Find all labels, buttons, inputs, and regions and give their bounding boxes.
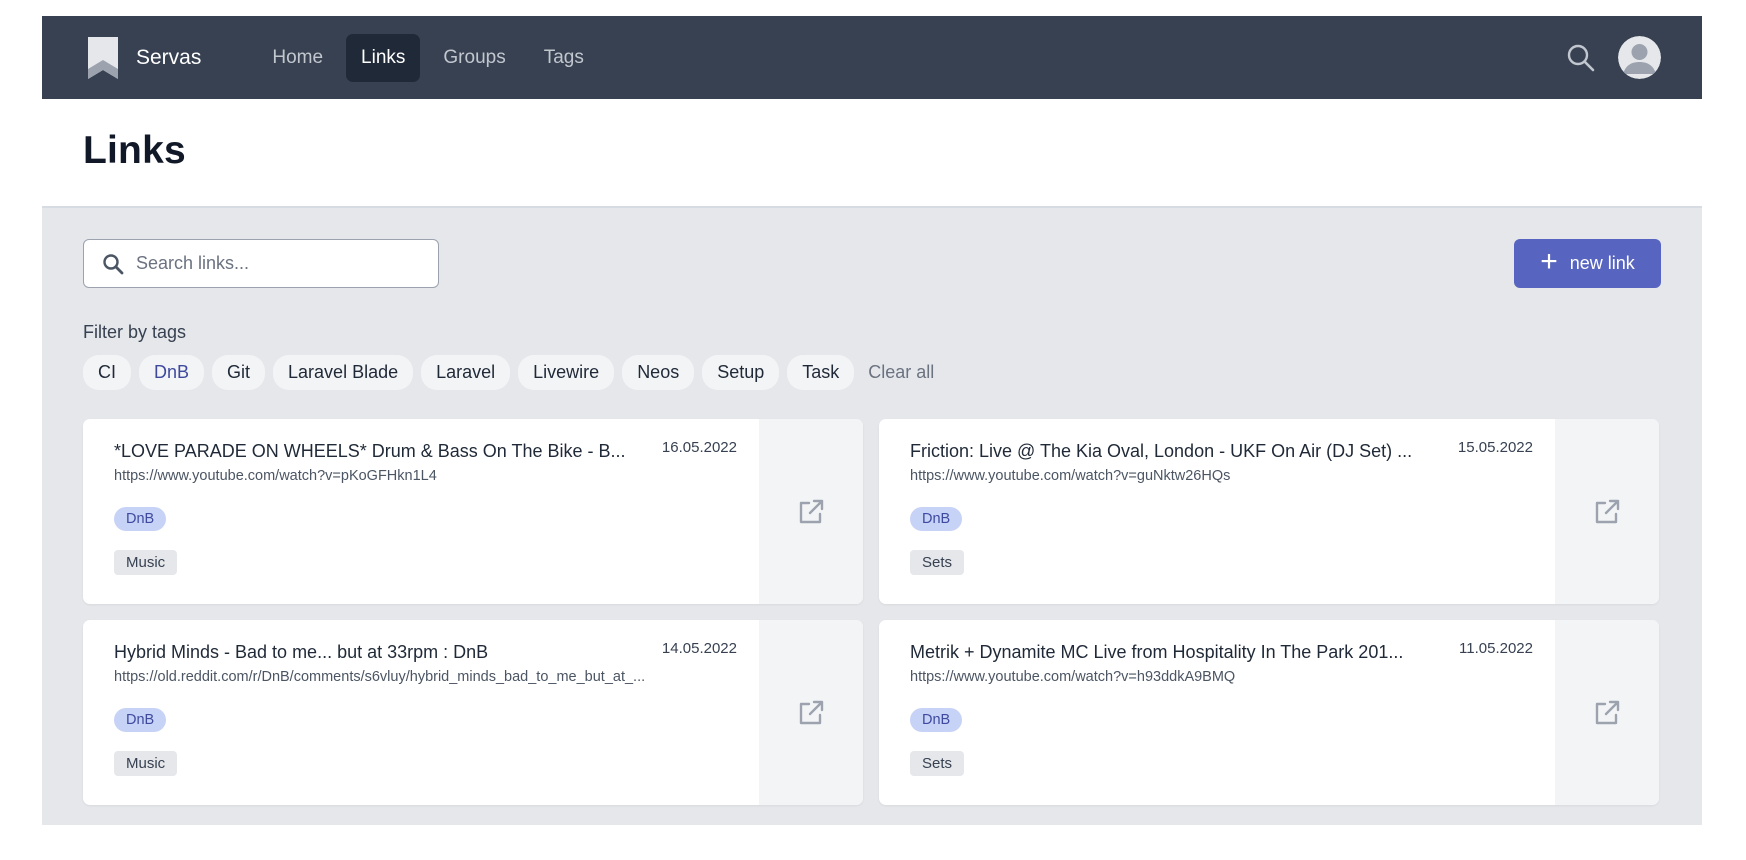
- link-date: 15.05.2022: [1457, 439, 1533, 456]
- nav-link-groups[interactable]: Groups: [428, 34, 520, 82]
- user-avatar-icon[interactable]: [1618, 36, 1661, 79]
- open-link-button[interactable]: [1555, 419, 1659, 604]
- tag-filter-laravel[interactable]: Laravel: [421, 355, 511, 390]
- tag-filter-row: CI DnB Git Laravel Blade Laravel Livewir…: [83, 355, 1661, 390]
- tag-filter-setup[interactable]: Setup: [702, 355, 780, 390]
- link-card[interactable]: Friction: Live @ The Kia Oval, London - …: [879, 419, 1659, 604]
- brand-name: Servas: [136, 45, 202, 69]
- app-window: Servas Home Links Groups Tags Links Sear…: [42, 16, 1702, 825]
- tag-filter-ci[interactable]: CI: [83, 355, 131, 390]
- link-tag-badge: DnB: [910, 708, 963, 732]
- link-cards: *LOVE PARADE ON WHEELS* Drum & Bass On T…: [83, 419, 1661, 805]
- search-icon[interactable]: [1566, 43, 1596, 73]
- link-card[interactable]: Hybrid Minds - Bad to me... but at 33rpm…: [83, 620, 863, 805]
- nav-link-home[interactable]: Home: [257, 34, 338, 82]
- link-date: 16.05.2022: [661, 439, 737, 456]
- link-card-body[interactable]: Friction: Live @ The Kia Oval, London - …: [879, 419, 1555, 604]
- link-tag-badge: DnB: [114, 708, 167, 732]
- nav-link-links[interactable]: Links: [346, 33, 421, 82]
- plus-icon: +: [1540, 245, 1558, 278]
- toolbar: + new link: [83, 239, 1661, 288]
- link-group-badge: Music: [114, 751, 178, 776]
- link-title: *LOVE PARADE ON WHEELS* Drum & Bass On T…: [114, 441, 626, 461]
- tag-filter-git[interactable]: Git: [212, 355, 266, 390]
- link-date: 14.05.2022: [661, 640, 737, 657]
- link-tag-badge: DnB: [114, 507, 167, 531]
- link-card[interactable]: Metrik + Dynamite MC Live from Hospitali…: [879, 620, 1659, 805]
- external-link-icon: [799, 499, 824, 523]
- tag-filter-neos[interactable]: Neos: [622, 355, 695, 390]
- link-title: Hybrid Minds - Bad to me... but at 33rpm…: [114, 642, 489, 662]
- open-link-button[interactable]: [759, 620, 863, 805]
- link-url: https://www.youtube.com/watch?v=guNktw26…: [910, 468, 1231, 484]
- nav-links: Home Links Groups Tags: [257, 33, 599, 82]
- new-link-button[interactable]: + new link: [1514, 239, 1661, 288]
- link-card[interactable]: *LOVE PARADE ON WHEELS* Drum & Bass On T…: [83, 419, 863, 604]
- search-icon: [103, 253, 124, 274]
- open-link-button[interactable]: [1555, 620, 1659, 805]
- tag-filter-task[interactable]: Task: [787, 355, 855, 390]
- link-group-badge: Music: [114, 550, 178, 575]
- link-url: https://old.reddit.com/r/DnB/comments/s6…: [114, 669, 646, 685]
- link-date: 11.05.2022: [1459, 640, 1533, 657]
- search-input[interactable]: [136, 253, 424, 274]
- external-link-icon: [1595, 700, 1620, 724]
- nav-link-tags[interactable]: Tags: [529, 34, 599, 82]
- link-card-body[interactable]: Metrik + Dynamite MC Live from Hospitali…: [879, 620, 1555, 805]
- brand[interactable]: Servas: [88, 36, 202, 79]
- new-link-label: new link: [1569, 253, 1635, 273]
- tag-filter-livewire[interactable]: Livewire: [518, 355, 615, 390]
- link-title: Metrik + Dynamite MC Live from Hospitali…: [910, 642, 1404, 662]
- page-title: Links: [83, 129, 186, 172]
- content-area: + new link Filter by tags CI DnB Git Lar…: [42, 208, 1702, 825]
- filter-label: Filter by tags: [83, 322, 187, 342]
- link-url: https://www.youtube.com/watch?v=h93ddkA9…: [910, 669, 1236, 685]
- external-link-icon: [799, 700, 824, 724]
- link-url: https://www.youtube.com/watch?v=pKoGFHkn…: [114, 468, 437, 484]
- link-card-body[interactable]: *LOVE PARADE ON WHEELS* Drum & Bass On T…: [83, 419, 759, 604]
- tag-filter-laravel-blade[interactable]: Laravel Blade: [273, 355, 414, 390]
- link-group-badge: Sets: [910, 550, 965, 575]
- link-tag-badge: DnB: [910, 507, 963, 531]
- search-box[interactable]: [83, 239, 439, 288]
- external-link-icon: [1595, 499, 1620, 523]
- tag-filter-dnb[interactable]: DnB: [139, 355, 205, 390]
- page-header: Links: [42, 99, 1702, 208]
- bookmark-icon: [88, 36, 118, 79]
- link-group-badge: Sets: [910, 751, 965, 776]
- clear-all-button[interactable]: Clear all: [868, 362, 934, 383]
- navbar: Servas Home Links Groups Tags: [42, 16, 1702, 99]
- open-link-button[interactable]: [759, 419, 863, 604]
- link-title: Friction: Live @ The Kia Oval, London - …: [910, 441, 1413, 461]
- nav-right: [1566, 36, 1661, 79]
- link-card-body[interactable]: Hybrid Minds - Bad to me... but at 33rpm…: [83, 620, 759, 805]
